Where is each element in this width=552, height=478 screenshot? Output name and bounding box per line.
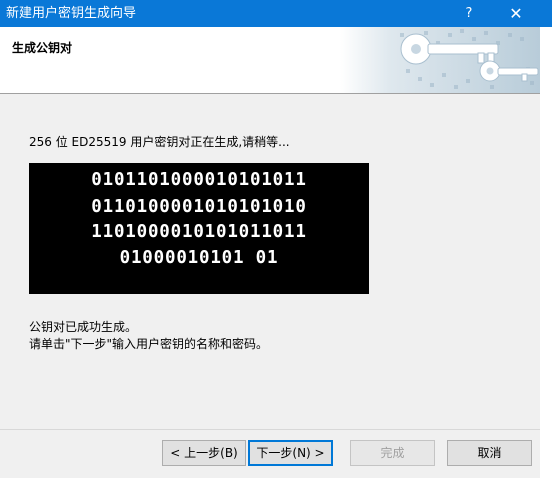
help-button[interactable]: ? [446, 0, 492, 27]
next-button[interactable]: 下一步(N) > [248, 440, 333, 466]
success-message: 公钥对已成功生成。 [29, 320, 138, 334]
header-divider [0, 93, 540, 94]
key-bits-line: 01000010101 01 [119, 248, 279, 268]
page-title: 生成公钥对 [12, 41, 73, 55]
key-bits-line: 0101101000010101011 [91, 170, 307, 190]
footer-divider [0, 429, 540, 430]
keys-banner-image [340, 27, 540, 93]
window-edge [540, 27, 552, 478]
finish-button[interactable]: 完成 [350, 440, 435, 466]
title-bar: 新建用户密钥生成向导 ? ✕ [0, 0, 552, 27]
cancel-button[interactable]: 取消 [447, 440, 532, 466]
instruction-text: 请单击"下一步"输入用户密钥的名称和密码。 [29, 337, 269, 351]
back-button[interactable]: < 上一步(B) [162, 440, 246, 466]
key-bits-line: 0110100001010101010 [91, 197, 307, 217]
close-button[interactable]: ✕ [492, 0, 540, 27]
wizard-header: 生成公钥对 [0, 27, 540, 93]
key-bits-line: 1101000010101011011 [91, 222, 307, 242]
key-bits-display: 0101101000010101011 0110100001010101010 … [29, 163, 369, 294]
status-text: 256 位 ED25519 用户密钥对正在生成,请稍等... [29, 135, 290, 149]
window-title: 新建用户密钥生成向导 [6, 6, 137, 21]
